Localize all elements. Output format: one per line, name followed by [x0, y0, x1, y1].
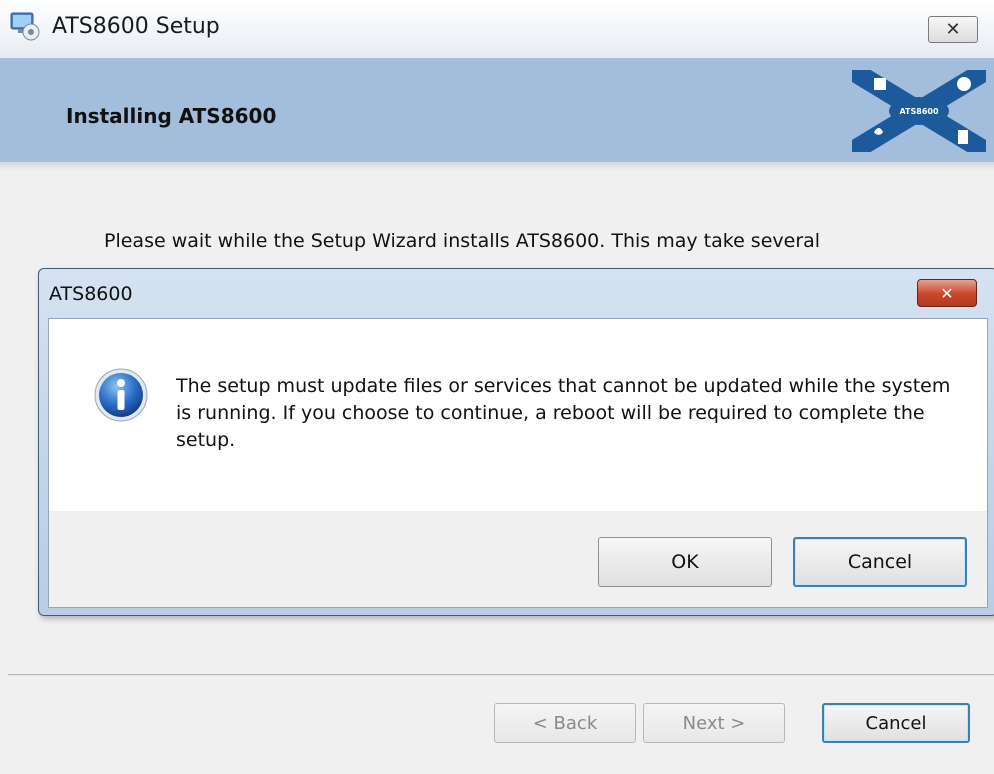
- ats8600-logo: ATS8600: [852, 70, 986, 152]
- dialog-close-button[interactable]: ✕: [917, 279, 977, 307]
- window-close-button[interactable]: ✕: [928, 16, 978, 43]
- banner-title: Installing ATS8600: [66, 104, 277, 128]
- info-icon: [94, 368, 148, 422]
- back-button[interactable]: < Back: [494, 703, 636, 743]
- message-dialog: ATS8600 ✕ The setup must update files or…: [38, 268, 994, 616]
- dialog-message: The setup must update files or services …: [176, 375, 951, 451]
- ok-button[interactable]: OK: [598, 537, 772, 587]
- close-icon: ✕: [945, 19, 961, 40]
- dialog-button-bar: OK Cancel: [49, 511, 987, 607]
- wizard-titlebar: ATS8600 Setup ✕: [0, 0, 994, 58]
- dialog-title: ATS8600: [49, 283, 133, 305]
- wizard-cancel-button[interactable]: Cancel: [822, 703, 970, 743]
- close-icon: ✕: [940, 283, 954, 303]
- next-button[interactable]: Next >: [643, 703, 785, 743]
- wizard-banner: Installing ATS8600 ATS8600: [0, 58, 994, 162]
- logo-text: ATS8600: [899, 107, 938, 116]
- footer-divider: [8, 674, 994, 676]
- dialog-content: The setup must update files or services …: [48, 318, 988, 608]
- install-status-text: Please wait while the Setup Wizard insta…: [104, 230, 821, 252]
- window-title: ATS8600 Setup: [52, 14, 220, 39]
- banner-divider: [0, 162, 994, 170]
- setup-computer-icon: [10, 11, 40, 41]
- dialog-cancel-button[interactable]: Cancel: [793, 537, 967, 587]
